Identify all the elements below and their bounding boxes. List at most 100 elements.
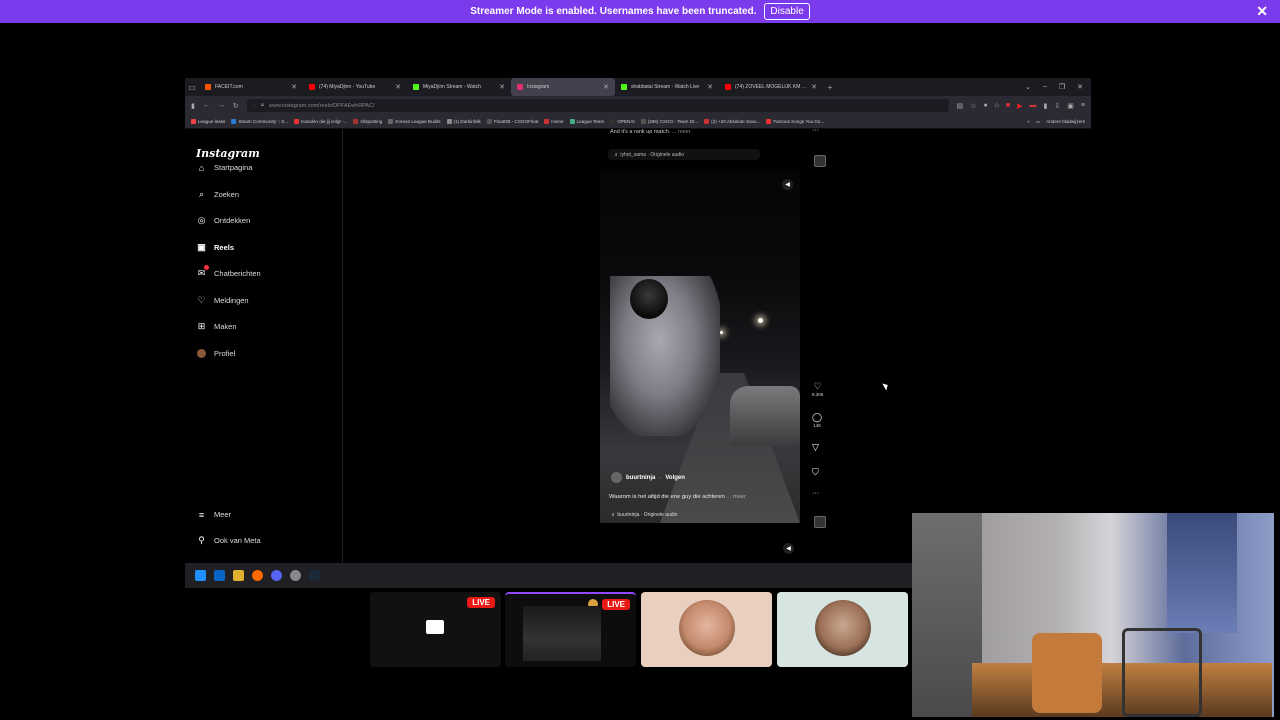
restore-icon[interactable]: ❐ — [1059, 83, 1065, 91]
star-icon[interactable]: ☆ — [970, 102, 976, 110]
bookmark-item[interactable]: (2) +20 Absolute Savu... — [704, 119, 760, 124]
like-action[interactable]: ♡ 8.305 — [812, 381, 823, 397]
share-action[interactable]: ▽ — [812, 442, 819, 453]
downloads-icon[interactable]: ⇩ — [1054, 102, 1060, 110]
close-tab-icon[interactable]: ✕ — [707, 83, 713, 91]
options-icon[interactable]: ··· — [812, 127, 819, 134]
tab-2[interactable]: MiyaDjinn Stream - Watch ✕ — [407, 78, 511, 96]
tab-0[interactable]: FACEIT.com ✕ — [199, 78, 303, 96]
reel-video[interactable]: ◀︎ — [600, 171, 800, 523]
tab-list-icon[interactable]: ▭ — [185, 83, 199, 92]
bookmark-item[interactable]: Kanalen die jij volgt -... — [294, 119, 347, 124]
discord-icon[interactable] — [271, 570, 282, 581]
bookmark-item[interactable]: League leaks — [191, 119, 225, 124]
extension-icon[interactable]: ▮ — [1044, 102, 1048, 110]
audio-thumbnail[interactable] — [814, 155, 826, 167]
chevron-down-icon[interactable]: ⌄ — [1025, 83, 1031, 91]
minimize-icon[interactable]: – — [1043, 83, 1047, 91]
heart-icon[interactable]: ♡ — [814, 381, 822, 392]
settings-icon[interactable] — [290, 570, 301, 581]
extension-icon[interactable]: ● — [983, 102, 987, 110]
bookmark-item[interactable]: Famous Songs You Do... — [766, 119, 824, 124]
extension-icon[interactable]: ■ — [1006, 102, 1010, 110]
volume-icon[interactable]: ◀︎ — [783, 543, 794, 554]
disable-button[interactable]: Disable — [764, 3, 810, 20]
firefox-icon[interactable] — [252, 570, 263, 581]
more-icon[interactable]: ··· — [812, 490, 819, 497]
avatar[interactable] — [611, 472, 622, 483]
close-tab-icon[interactable]: ✕ — [811, 83, 817, 91]
sidebar-item-startpagina[interactable]: ⌂ Startpagina — [196, 162, 253, 173]
tab-1[interactable]: (74) MiyaDjinn - YouTube ✕ — [303, 78, 407, 96]
forward-icon[interactable]: → — [218, 102, 225, 109]
participant-tile[interactable] — [641, 592, 772, 667]
sidebar-item-profiel[interactable]: Profiel — [196, 348, 235, 359]
reader-icon[interactable]: ▤ — [957, 102, 964, 110]
bookmark-item[interactable]: (296) CSGO - Team Dr... — [640, 119, 698, 124]
back-icon[interactable]: ← — [203, 102, 210, 109]
audio-thumbnail[interactable] — [814, 516, 826, 528]
reload-icon[interactable]: ↻ — [233, 102, 239, 110]
comment-icon[interactable]: ◯ — [812, 412, 822, 423]
tab-3[interactable]: Instagram ✕ — [511, 78, 615, 96]
more-menu[interactable]: ≡ Meer — [196, 509, 231, 520]
close-window-icon[interactable]: ✕ — [1077, 83, 1083, 91]
more-link[interactable]: ... meer — [726, 494, 746, 500]
close-tab-icon[interactable]: ✕ — [499, 83, 505, 91]
username[interactable]: buurtninja — [626, 475, 655, 481]
instagram-logo[interactable]: Instagram — [196, 147, 260, 160]
sidebar-item-ontdekken[interactable]: ◎ Ontdekken — [196, 215, 251, 226]
bookmark-item[interactable]: League Team — [569, 119, 604, 124]
tab-4[interactable]: shabbatai Stream - Watch Live ✕ — [615, 78, 719, 96]
outlook-icon[interactable] — [214, 570, 225, 581]
address-bar[interactable]: ◌ 🔒︎ www.instagram.com/reels/DPFAEwhRPAC… — [246, 99, 949, 112]
chevron-right-icon[interactable]: » — [1027, 119, 1030, 125]
sidebar-item-meldingen[interactable]: ♡ Meldingen — [196, 295, 248, 306]
volume-icon[interactable]: ◀︎ — [782, 179, 793, 190]
follow-button[interactable]: Volgen — [665, 475, 685, 481]
bookmark-item[interactable]: Korean League Builds — [388, 119, 441, 124]
screen-share-tile[interactable]: LIVE — [370, 592, 501, 667]
close-tab-icon[interactable]: ✕ — [603, 83, 609, 91]
sidebar-item-maken[interactable]: ⊞ Maken — [196, 321, 237, 332]
sidebar-item-zoeken[interactable]: ⌕ Zoeken — [196, 189, 239, 200]
folder-icon[interactable] — [233, 570, 244, 581]
sidebar-item-label: Zoeken — [214, 189, 240, 199]
comment-action[interactable]: ◯ 145 — [812, 412, 822, 428]
bookmark-item[interactable]: OPENAI — [610, 119, 635, 124]
new-tab-icon[interactable]: + — [823, 83, 837, 92]
extension-icon[interactable]: ▬ — [1030, 102, 1037, 110]
tab-5[interactable]: (74) ZOVEEL MOGELIJK KM HA ✕ — [719, 78, 823, 96]
more-link[interactable]: ... meer — [672, 129, 691, 135]
save-action[interactable]: ⛉ — [812, 467, 819, 478]
reel-audio[interactable]: ♬ buurtninja · Originele audio — [611, 512, 677, 518]
menu-icon[interactable]: ≡ — [1081, 102, 1085, 110]
street-light — [758, 318, 763, 323]
other-bookmarks[interactable]: » ▭ Andere bladwijzers — [1027, 119, 1085, 125]
more-label: Meer — [214, 510, 232, 519]
close-icon[interactable]: ✕ — [1256, 3, 1268, 20]
stream-preview-tile[interactable]: LIVE — [505, 592, 636, 667]
send-icon[interactable]: ▽ — [812, 442, 819, 453]
also-from-meta[interactable]: ⚲ Ook van Meta — [196, 535, 261, 546]
windows-start-icon[interactable] — [195, 570, 206, 581]
bookmark-item[interactable]: Steam Community :: S... — [231, 119, 288, 124]
sidebar-item-reels[interactable]: ▣ Reels — [196, 242, 234, 253]
account-icon[interactable]: ▣ — [1067, 102, 1074, 110]
sidebar-item-chatberichten[interactable]: ✉ Chatberichten — [196, 265, 261, 279]
steam-icon[interactable] — [309, 570, 320, 581]
bookmark-item[interactable]: FloatDB - CSGOFloat — [486, 119, 538, 124]
more-action[interactable]: ··· — [812, 490, 819, 497]
sidebar-icon[interactable]: ▮ — [191, 102, 195, 110]
extension-icon[interactable]: ⌂ — [995, 102, 999, 110]
previous-reel-audio[interactable]: ♬ iyhot_sama · Originele audio — [608, 149, 760, 160]
participant-tile[interactable] — [777, 592, 908, 667]
extension-icon[interactable]: ▶ — [1017, 102, 1022, 110]
bookmark-item[interactable]: Home — [544, 119, 564, 124]
bookmark-favicon-icon — [704, 119, 710, 124]
bookmark-item[interactable]: shitposting — [353, 119, 382, 124]
bookmark-item[interactable]: (1) Darkinfolk — [446, 119, 481, 124]
close-tab-icon[interactable]: ✕ — [291, 83, 297, 91]
close-tab-icon[interactable]: ✕ — [395, 83, 401, 91]
bookmark-icon[interactable]: ⛉ — [812, 467, 819, 478]
